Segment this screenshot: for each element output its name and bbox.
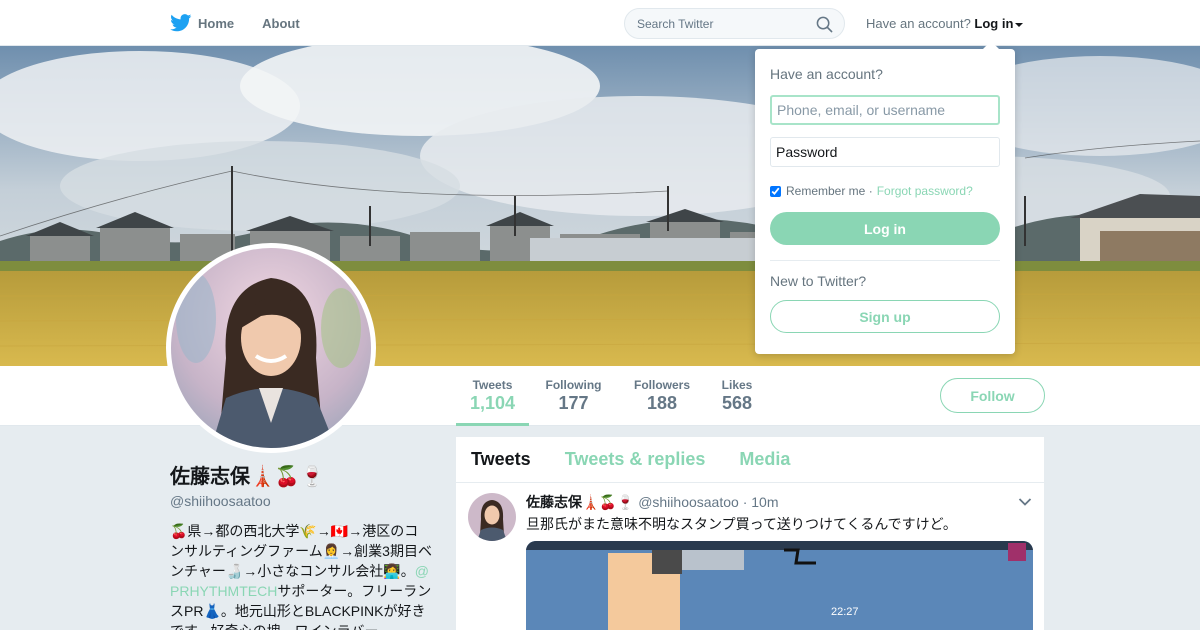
stat-followers[interactable]: Followers 188 bbox=[633, 378, 691, 414]
stat-tweets[interactable]: Tweets 1,104 bbox=[456, 378, 529, 426]
profile-avatar[interactable] bbox=[166, 243, 376, 453]
stat-followers-value: 188 bbox=[646, 393, 678, 413]
tweet-separator: · bbox=[742, 494, 748, 510]
tweet-timestamp[interactable]: 10m bbox=[751, 494, 778, 510]
login-button[interactable]: Log in bbox=[770, 212, 1000, 245]
top-nav-bar: Home About Have an account? Log in bbox=[0, 0, 1200, 46]
caret-down-icon[interactable] bbox=[1015, 22, 1024, 27]
twitter-bird-icon bbox=[170, 14, 192, 32]
media-timestamp: 22:27 bbox=[831, 606, 859, 618]
new-to-twitter-label: New to Twitter? bbox=[770, 273, 867, 289]
stat-followers-label: Followers bbox=[633, 378, 690, 392]
profile-name[interactable]: 佐藤志保🗼🍒🍷 bbox=[170, 460, 432, 489]
profile-handle[interactable]: @shiihoosaatoo bbox=[170, 493, 432, 509]
dropdown-title: Have an account? bbox=[770, 66, 883, 82]
signup-button[interactable]: Sign up bbox=[770, 300, 1000, 333]
stat-following-value: 177 bbox=[558, 393, 589, 413]
tweet-avatar[interactable] bbox=[468, 493, 516, 541]
stat-tweets-label: Tweets bbox=[472, 378, 513, 392]
tweet-text: 旦那氏がまた意味不明なスタンプ買って送りつけてくるんですけど。 bbox=[526, 516, 957, 532]
chevron-down-icon[interactable] bbox=[1018, 497, 1032, 507]
tweet-avatar-photo bbox=[468, 493, 516, 541]
have-account-label: Have an account? bbox=[866, 16, 971, 31]
nav-home-label: Home bbox=[198, 15, 235, 31]
stat-likes-label: Likes bbox=[721, 378, 753, 392]
follow-button[interactable]: Follow bbox=[940, 378, 1045, 413]
tab-media[interactable]: Media bbox=[739, 449, 790, 470]
profile-bio: 🍒県→都の西北大学🌾→🇨🇦→港区のコンサルティングファーム👩‍💼→創業3期目ベン… bbox=[170, 521, 432, 630]
timeline-tabs: Tweets Tweets & replies Media bbox=[456, 437, 1044, 483]
remember-me-label: Remember me bbox=[786, 184, 866, 198]
login-menu-label[interactable]: Log in bbox=[974, 16, 1013, 31]
search-box[interactable] bbox=[624, 8, 845, 39]
tweet-author-handle[interactable]: @shiihoosaatoo bbox=[638, 494, 739, 510]
remember-me[interactable]: Remember me · Forgot password? bbox=[770, 184, 973, 198]
stat-likes[interactable]: Likes 568 bbox=[720, 378, 754, 414]
password-field[interactable] bbox=[770, 137, 1000, 167]
timeline: Tweets Tweets & replies Media 佐藤志保🗼🍒🍷 @s… bbox=[456, 437, 1044, 630]
stat-likes-value: 568 bbox=[721, 393, 753, 413]
search-input[interactable] bbox=[637, 17, 807, 31]
tweet-header: 佐藤志保🗼🍒🍷 @shiihoosaatoo · 10m bbox=[526, 492, 779, 512]
tweet-media-image: 22:27 bbox=[526, 541, 1033, 630]
stat-following[interactable]: Following 177 bbox=[544, 378, 603, 414]
remember-separator: · bbox=[868, 184, 873, 198]
remember-me-checkbox[interactable] bbox=[770, 185, 781, 197]
tweet-media[interactable]: 22:27 bbox=[526, 541, 1033, 630]
tab-tweets[interactable]: Tweets bbox=[471, 449, 531, 470]
stat-following-label: Following bbox=[545, 378, 602, 392]
nav-about-link[interactable]: About bbox=[262, 16, 300, 31]
forgot-password-link[interactable]: Forgot password? bbox=[877, 184, 973, 198]
profile-card: 佐藤志保🗼🍒🍷 @shiihoosaatoo 🍒県→都の西北大学🌾→🇨🇦→港区の… bbox=[170, 460, 432, 630]
stat-tweets-value: 1,104 bbox=[470, 393, 516, 413]
tweet-item[interactable]: 佐藤志保🗼🍒🍷 @shiihoosaatoo · 10m 旦那氏がまた意味不明な… bbox=[456, 483, 1044, 630]
tab-tweets-and-replies[interactable]: Tweets & replies bbox=[565, 449, 706, 470]
account-menu[interactable]: Have an account? Log in bbox=[866, 16, 1024, 31]
avatar-photo bbox=[171, 248, 371, 448]
tweet-author-name[interactable]: 佐藤志保🗼🍒🍷 bbox=[526, 494, 634, 510]
bio-text: 🍒県→都の西北大学🌾→🇨🇦→港区のコンサルティングファーム👩‍💼→創業3期目ベン… bbox=[170, 523, 432, 579]
nav-left: Home About bbox=[170, 0, 328, 46]
nav-home-link[interactable]: Home bbox=[170, 14, 234, 32]
login-dropdown: Have an account? Remember me · Forgot pa… bbox=[755, 41, 1015, 354]
search-icon[interactable] bbox=[816, 16, 833, 33]
username-field[interactable] bbox=[770, 95, 1000, 125]
dropdown-divider bbox=[770, 260, 1000, 261]
